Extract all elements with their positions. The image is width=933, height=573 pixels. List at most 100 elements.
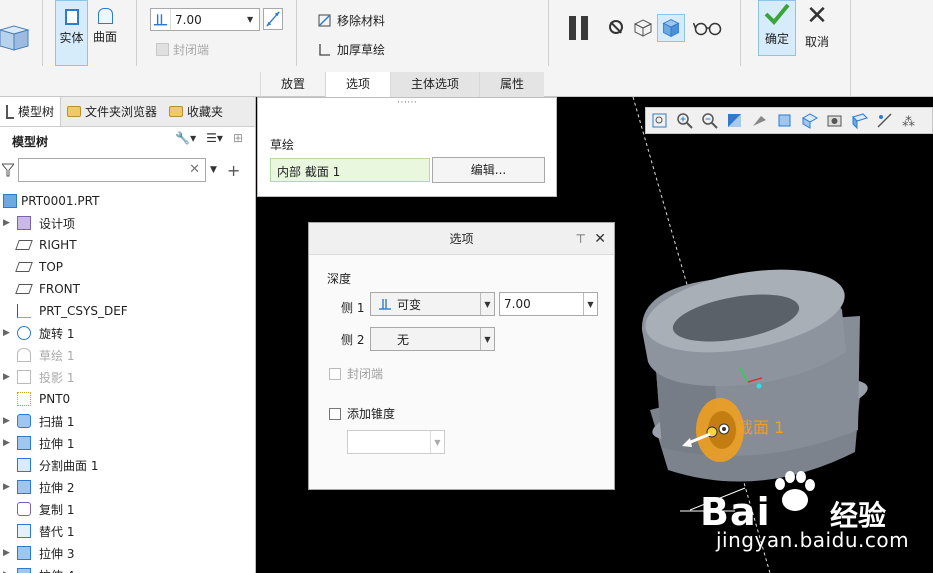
chevron-down-icon[interactable]: ▼: [480, 328, 494, 350]
refit-icon[interactable]: [649, 110, 671, 131]
display-style-icon[interactable]: [774, 110, 796, 131]
surface-button[interactable]: 曲面: [90, 0, 120, 66]
cap-ends-icon: [156, 43, 169, 56]
add-taper-check[interactable]: [329, 407, 341, 420]
chevron-down-icon[interactable]: ▼: [247, 15, 259, 24]
feature-preview-icon[interactable]: [657, 14, 685, 42]
tree-item[interactable]: RIGHT: [0, 234, 255, 256]
perspective-icon[interactable]: [849, 110, 871, 131]
datum-display-icon[interactable]: [874, 110, 896, 131]
annotation-display-icon[interactable]: ⁂: [899, 110, 921, 131]
tab-options[interactable]: 选项: [325, 72, 391, 97]
zoom-in-icon[interactable]: [674, 110, 696, 131]
expand-arrow-icon[interactable]: ▶: [3, 416, 13, 426]
chevron-down-icon[interactable]: ▼: [583, 293, 597, 315]
surface-icon: [97, 8, 113, 24]
expand-arrow-icon[interactable]: ▶: [3, 372, 13, 382]
dialog-title: 选项: [449, 232, 474, 246]
baidu-jingyan-watermark: Bai 经验 jingyan.baidu.com: [700, 470, 930, 560]
add-taper-checkbox[interactable]: 添加锥度: [329, 405, 395, 422]
part-model[interactable]: [639, 256, 872, 482]
design-items-icon: [17, 216, 31, 230]
checkmark-icon: [764, 3, 790, 25]
tree-item[interactable]: ▶拉伸 4: [0, 564, 255, 573]
tree-item[interactable]: ▶ 设计项: [0, 212, 255, 234]
repaint-icon[interactable]: [724, 110, 746, 131]
saved-views-icon[interactable]: [799, 110, 821, 131]
expand-arrow-icon[interactable]: ▶: [3, 438, 13, 448]
tree-settings-icon[interactable]: 🔧▾: [175, 131, 196, 145]
revolve-icon: [17, 326, 31, 340]
part-icon: [3, 194, 17, 208]
remove-material-label: 移除材料: [337, 14, 386, 28]
tree-item-label: 复制 1: [39, 502, 75, 517]
tree-item[interactable]: ▶ 拉伸 3: [0, 542, 255, 564]
side1-depth-type-select[interactable]: 可变 ▼: [370, 292, 495, 316]
tree-item-label: 旋转 1: [39, 326, 75, 341]
tree-item[interactable]: ▶ 旋转 1: [0, 322, 255, 344]
tree-item[interactable]: TOP: [0, 256, 255, 278]
extrude-icon: [17, 568, 31, 573]
ok-button[interactable]: 确定: [758, 0, 796, 56]
panel-grip[interactable]: ⋯⋯: [258, 98, 556, 108]
tree-item[interactable]: FRONT: [0, 278, 255, 300]
side1-depth-value-input[interactable]: 7.00 ▼: [499, 292, 598, 316]
dialog-titlebar[interactable]: 选项 ⊤ ✕: [309, 223, 614, 255]
tree-item[interactable]: 分割曲面 1: [0, 454, 255, 476]
tab-model-tree[interactable]: 模型树: [0, 97, 62, 126]
tree-item[interactable]: ▶ 投影 1: [0, 366, 255, 388]
side2-label: 侧 2: [341, 333, 365, 347]
close-icon[interactable]: ✕: [594, 223, 606, 255]
pause-button[interactable]: [569, 16, 593, 40]
side1-type-value: 可变: [397, 297, 422, 312]
pin-icon[interactable]: ⊤: [576, 223, 586, 255]
chevron-down-icon[interactable]: ▼: [480, 293, 494, 315]
filter-icon[interactable]: [2, 163, 14, 177]
add-filter-icon[interactable]: +: [227, 161, 240, 180]
solid-button[interactable]: 实体: [55, 0, 88, 66]
side2-depth-type-select[interactable]: 无 ▼: [370, 327, 495, 351]
tab-folder-browser[interactable]: 文件夹浏览器: [61, 97, 163, 126]
edit-sketch-button[interactable]: 编辑...: [432, 157, 545, 183]
tree-item-label: 投影 1: [39, 370, 75, 385]
expand-arrow-icon[interactable]: ▶: [3, 218, 13, 228]
thicken-sketch-toggle[interactable]: 加厚草绘: [318, 41, 385, 58]
tab-placement[interactable]: 放置: [260, 72, 325, 97]
tree-item[interactable]: PNT0: [0, 388, 255, 410]
tree-search-input[interactable]: ✕: [18, 158, 206, 182]
tree-item[interactable]: 复制 1: [0, 498, 255, 520]
view-manager-icon[interactable]: [824, 110, 846, 131]
cancel-button[interactable]: ✕ 取消: [800, 0, 834, 56]
zoom-out-icon[interactable]: [699, 110, 721, 131]
ribbon-separator: [740, 0, 741, 66]
tab-favorites[interactable]: 收藏夹: [163, 97, 229, 126]
flip-direction-icon[interactable]: [263, 8, 283, 30]
tree-columns-icon[interactable]: ☰▾: [206, 131, 223, 145]
ribbon: 实体 曲面 7.00 ▼ 封闭端 移除材料 加厚草绘 确定 ✕ 取消 放置 选项…: [0, 0, 933, 97]
remove-material-toggle[interactable]: 移除材料: [318, 12, 385, 29]
expand-arrow-icon[interactable]: ▶: [3, 482, 13, 492]
tree-item[interactable]: PRT_CSYS_DEF: [0, 300, 255, 322]
clear-search-icon[interactable]: ✕: [189, 162, 200, 177]
tree-item[interactable]: 草绘 1: [0, 344, 255, 366]
tree-item[interactable]: 替代 1: [0, 520, 255, 542]
tree-item[interactable]: PRT0001.PRT: [0, 190, 255, 212]
geometry-preview-icon[interactable]: [632, 17, 654, 39]
tree-filter-icon[interactable]: ⊞: [233, 131, 243, 145]
sketch-collector[interactable]: 内部 截面 1: [270, 158, 430, 182]
cap-ends-label: 封闭端: [173, 43, 210, 57]
reorient-icon[interactable]: [749, 110, 771, 131]
expand-arrow-icon[interactable]: ▶: [3, 548, 13, 558]
tree-item-label: PRT_CSYS_DEF: [39, 304, 128, 318]
expand-arrow-icon[interactable]: ▶: [3, 328, 13, 338]
verify-glasses-icon[interactable]: [693, 20, 723, 36]
tab-properties[interactable]: 属性: [479, 72, 545, 97]
tab-body-options[interactable]: 主体选项: [390, 72, 480, 97]
no-preview-icon[interactable]: [609, 20, 623, 34]
tree-item[interactable]: ▶ 拉伸 1: [0, 432, 255, 454]
svg-text:⁂: ⁂: [902, 115, 915, 130]
chevron-down-icon[interactable]: ▼: [210, 165, 217, 175]
depth-field[interactable]: 7.00 ▼: [150, 8, 260, 31]
tree-item[interactable]: ▶ 拉伸 2: [0, 476, 255, 498]
tree-item[interactable]: ▶ 扫描 1: [0, 410, 255, 432]
